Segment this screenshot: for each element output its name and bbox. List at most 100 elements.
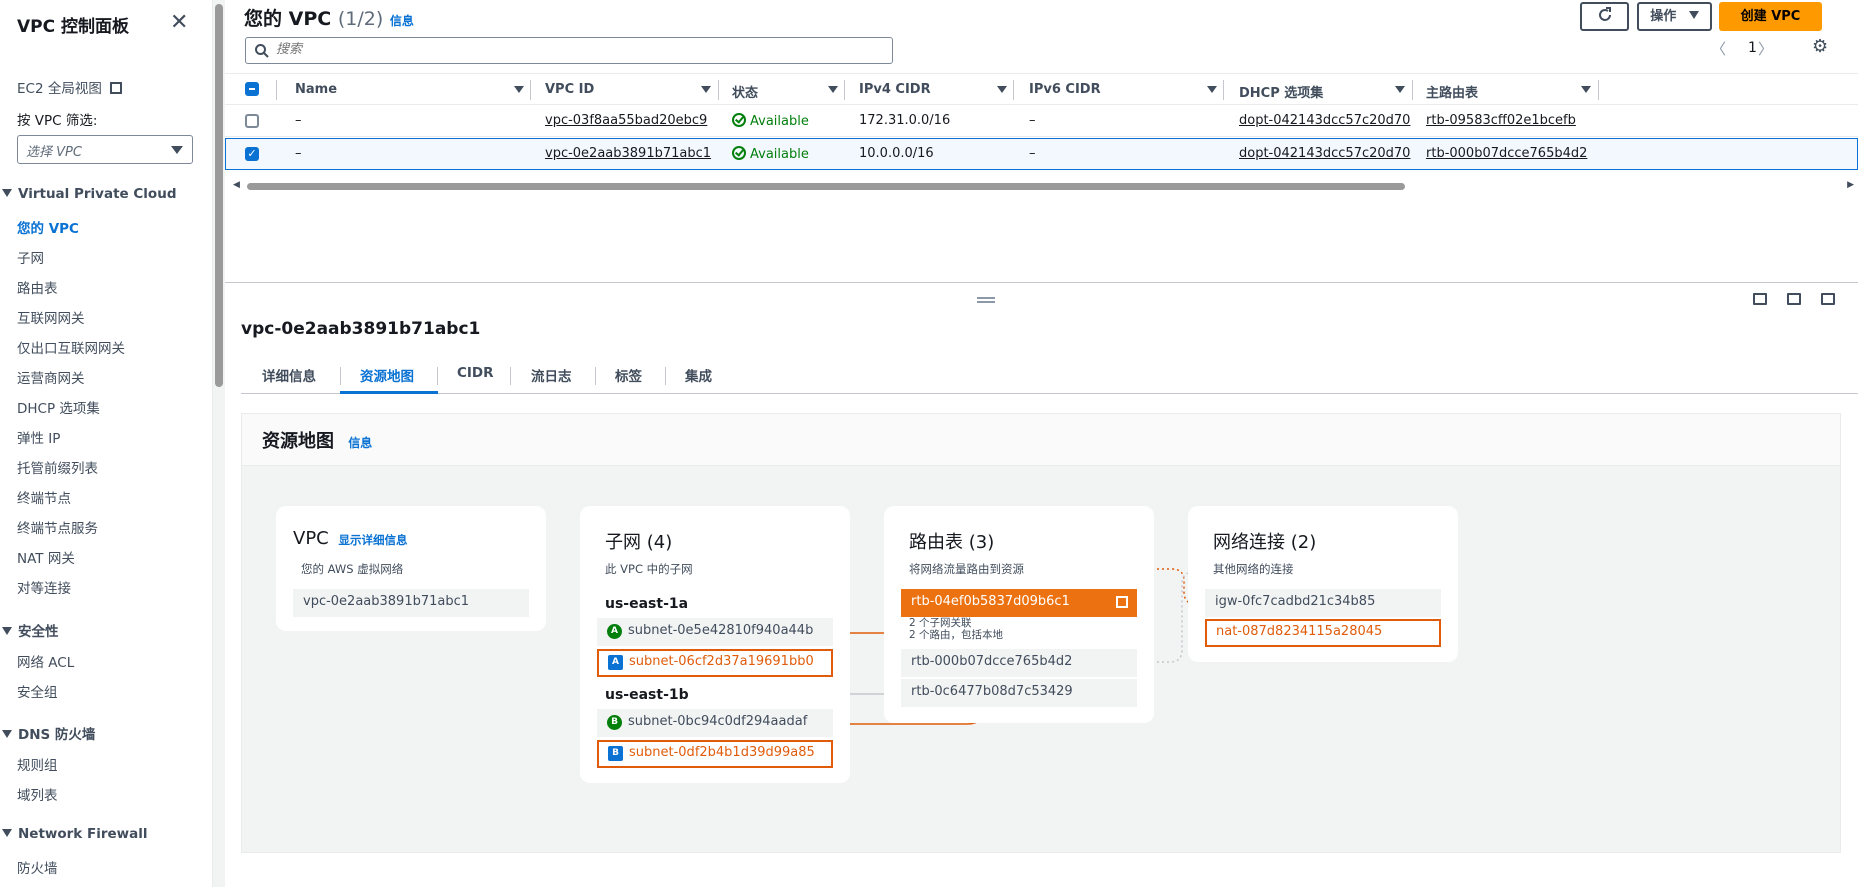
vpc-filter-select[interactable]: 选择 VPC xyxy=(17,135,193,164)
tabs-divider xyxy=(241,393,1858,394)
tab-tags[interactable]: 标签 xyxy=(615,365,642,385)
route-table-card: 路由表 (3) 将网络流量路由到资源 rtb-04ef0b5837d09b6c1… xyxy=(884,506,1154,723)
sort-icon[interactable] xyxy=(1581,86,1591,93)
igw-item[interactable]: igw-0fc7cadbd21c34b85 xyxy=(1205,589,1441,617)
col-header-ipv4[interactable]: IPv4 CIDR xyxy=(859,82,931,97)
close-icon[interactable]: ✕ xyxy=(170,10,188,35)
cell-vpc-id-link[interactable]: vpc-0e2aab3891b71abc1 xyxy=(545,146,711,161)
sidebar-item-rule-groups[interactable]: 规则组 xyxy=(17,754,58,774)
sort-icon[interactable] xyxy=(1395,86,1405,93)
sidebar-scrollbar[interactable] xyxy=(213,0,225,887)
route-table-item[interactable]: rtb-000b07dcce765b4d2 xyxy=(901,649,1137,677)
gear-icon[interactable]: ⚙ xyxy=(1812,36,1828,57)
cell-dhcp-link[interactable]: dopt-042143dcc57c20d70 xyxy=(1239,146,1410,161)
sidebar-item-carrier-gw[interactable]: 运营商网关 xyxy=(17,367,85,387)
col-header-status[interactable]: 状态 xyxy=(732,82,758,101)
vpc-card: VPC 显示详细信息 您的 AWS 虚拟网络 vpc-0e2aab3891b71… xyxy=(276,506,546,631)
tab-resource-map[interactable]: 资源地图 xyxy=(360,365,414,385)
row-checkbox[interactable] xyxy=(245,114,259,128)
select-all-checkbox[interactable] xyxy=(245,82,259,96)
cell-rtb-link[interactable]: rtb-000b07dcce765b4d2 xyxy=(1426,146,1587,161)
panel-bottom-icon[interactable] xyxy=(1753,293,1767,305)
subnet-item-highlighted[interactable]: Bsubnet-0df2b4b1d39d99a85 xyxy=(597,740,833,768)
row-checkbox[interactable]: ✓ xyxy=(245,147,259,161)
show-details-link[interactable]: 显示详细信息 xyxy=(338,533,407,547)
sort-icon[interactable] xyxy=(514,86,524,93)
sidebar-item-domain-lists[interactable]: 域列表 xyxy=(17,784,58,804)
info-link[interactable]: 信息 xyxy=(390,14,414,28)
route-table-item[interactable]: rtb-0c6477b08d7c53429 xyxy=(901,679,1137,707)
sidebar-item-your-vpcs[interactable]: 您的 VPC xyxy=(17,217,79,237)
section-dns-firewall[interactable]: DNS 防火墙 xyxy=(0,723,95,743)
sidebar-item-firewalls[interactable]: 防火墙 xyxy=(17,857,58,877)
sidebar-item-peering[interactable]: 对等连接 xyxy=(17,577,71,597)
sidebar-item-nacl[interactable]: 网络 ACL xyxy=(17,651,74,671)
subnet-item[interactable]: Asubnet-0e5e42810f940a44b xyxy=(597,618,833,646)
scroll-left-icon[interactable]: ◀ xyxy=(233,180,240,190)
sidebar-item-egress-igw[interactable]: 仅出口互联网网关 xyxy=(17,337,125,357)
sidebar-item-nat[interactable]: NAT 网关 xyxy=(17,547,75,567)
search-field[interactable] xyxy=(245,37,893,64)
sort-icon[interactable] xyxy=(828,86,838,93)
col-header-vpc-id[interactable]: VPC ID xyxy=(545,82,594,97)
scrollbar-thumb[interactable] xyxy=(215,4,223,387)
table-row-selected[interactable]: ✓ – vpc-0e2aab3891b71abc1 Available 10.0… xyxy=(225,138,1858,170)
sidebar-item-endpoints[interactable]: 终端节点 xyxy=(17,487,71,507)
column-separator xyxy=(1598,80,1599,100)
table-horizontal-scrollbar[interactable]: ◀ ▶ xyxy=(225,180,1858,192)
actions-button[interactable]: 操作 xyxy=(1637,2,1712,31)
route-table-item-selected[interactable]: rtb-04ef0b5837d09b6c1 xyxy=(901,589,1137,617)
actions-label: 操作 xyxy=(1650,9,1677,24)
tab-integrations[interactable]: 集成 xyxy=(685,365,712,385)
sidebar-item-ec2-global[interactable]: EC2 全局视图 xyxy=(17,77,123,97)
cell-rtb-link[interactable]: rtb-09583cff02e1bcefb xyxy=(1426,113,1576,128)
page-number[interactable]: 1 xyxy=(1748,40,1757,56)
subnet-item[interactable]: Bsubnet-0bc94c0df294aadaf xyxy=(597,709,833,737)
prev-page-icon[interactable]: 〈 xyxy=(1711,38,1726,59)
section-network-firewall[interactable]: Network Firewall xyxy=(0,826,148,842)
route-table-note: 2 个路由，包括本地 xyxy=(909,629,1004,641)
search-input[interactable] xyxy=(276,42,876,57)
tab-cidr[interactable]: CIDR xyxy=(457,365,494,381)
scrollbar-thumb[interactable] xyxy=(247,183,1405,190)
create-vpc-button[interactable]: 创建 VPC xyxy=(1719,2,1822,31)
sidebar-item-endpoint-services[interactable]: 终端节点服务 xyxy=(17,517,98,537)
col-header-ipv6[interactable]: IPv6 CIDR xyxy=(1029,82,1101,97)
cell-vpc-id-link[interactable]: vpc-03f8aa55bad20ebc9 xyxy=(545,113,707,128)
cell-dhcp-link[interactable]: dopt-042143dcc57c20d70 xyxy=(1239,113,1410,128)
sidebar-item-eip[interactable]: 弹性 IP xyxy=(17,427,60,447)
sidebar-item-prefix-lists[interactable]: 托管前缀列表 xyxy=(17,457,98,477)
cell-ipv4: 10.0.0.0/16 xyxy=(859,146,934,161)
panel-fullscreen-icon[interactable] xyxy=(1821,293,1835,305)
scroll-right-icon[interactable]: ▶ xyxy=(1847,180,1854,190)
col-header-dhcp[interactable]: DHCP 选项集 xyxy=(1239,82,1323,101)
sort-icon[interactable] xyxy=(1207,86,1217,93)
nat-item-highlighted[interactable]: nat-087d8234115a28045 xyxy=(1205,619,1441,647)
external-link-icon[interactable] xyxy=(1116,596,1128,608)
sort-icon[interactable] xyxy=(701,86,711,93)
external-link-icon xyxy=(110,82,123,94)
sort-icon[interactable] xyxy=(997,86,1007,93)
sidebar-item-dhcp[interactable]: DHCP 选项集 xyxy=(17,397,100,417)
section-security[interactable]: 安全性 xyxy=(0,620,59,640)
sidebar-item-sg[interactable]: 安全组 xyxy=(17,681,58,701)
sidebar-item-igw[interactable]: 互联网网关 xyxy=(17,307,85,327)
vpc-item[interactable]: vpc-0e2aab3891b71abc1 xyxy=(293,589,529,617)
col-header-name[interactable]: Name xyxy=(295,82,337,97)
next-page-icon[interactable]: 〉 xyxy=(1758,38,1773,59)
tab-flow-logs[interactable]: 流日志 xyxy=(531,365,572,385)
refresh-button[interactable] xyxy=(1580,2,1629,31)
section-vpc[interactable]: Virtual Private Cloud xyxy=(0,186,176,202)
resize-handle-icon[interactable] xyxy=(977,297,995,303)
subnet-card: 子网 (4) 此 VPC 中的子网 us-east-1a Asubnet-0e5… xyxy=(580,506,850,783)
sidebar-item-subnets[interactable]: 子网 xyxy=(17,247,44,267)
table-row[interactable]: – vpc-03f8aa55bad20ebc9 Available 172.31… xyxy=(225,105,1858,137)
tab-details[interactable]: 详细信息 xyxy=(262,365,316,385)
vpc-card-subtitle: 您的 AWS 虚拟网络 xyxy=(301,562,404,576)
private-subnet-icon: B xyxy=(608,746,623,761)
panel-side-icon[interactable] xyxy=(1787,293,1801,305)
sidebar-item-route-tables[interactable]: 路由表 xyxy=(17,277,58,297)
subnet-id: subnet-0df2b4b1d39d99a85 xyxy=(629,745,815,760)
col-header-main-rtb[interactable]: 主路由表 xyxy=(1426,82,1478,101)
subnet-item-highlighted[interactable]: Asubnet-06cf2d37a19691bb0 xyxy=(597,649,833,677)
